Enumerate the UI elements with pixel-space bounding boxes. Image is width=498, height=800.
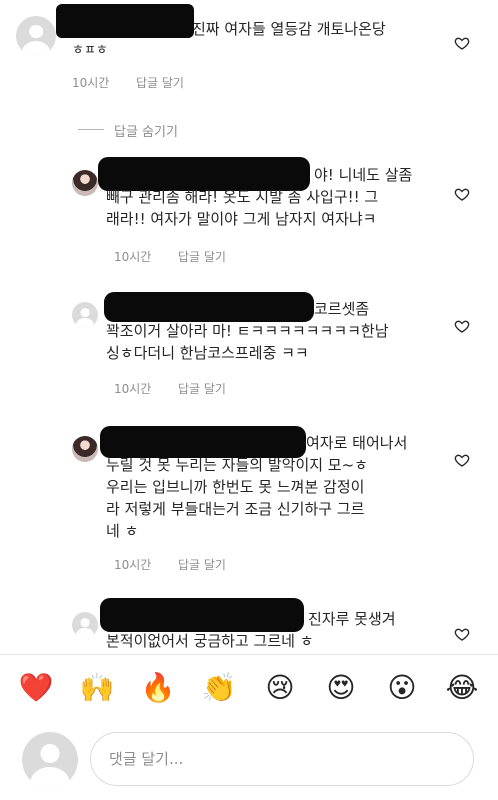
comment-text-line: 본적이없어서 궁금하고 그르네 ㅎ bbox=[106, 632, 314, 650]
crying-face-emoji[interactable]: 😢 bbox=[260, 668, 300, 708]
comment-time: 10시간 bbox=[114, 250, 152, 264]
redacted-username bbox=[104, 292, 314, 322]
reply-button[interactable]: 답글 달기 bbox=[178, 556, 226, 573]
comment-time: 10시간 bbox=[72, 76, 110, 90]
comment-time: 10시간 bbox=[114, 382, 152, 396]
comment-time: 10시간 bbox=[114, 558, 152, 572]
heart-icon[interactable] bbox=[454, 186, 470, 202]
hide-replies-button[interactable]: 답글 숨기기 bbox=[114, 121, 178, 140]
comment-text-line: 싱ㅎ다더니 한남코스프레중 ㅋㅋ bbox=[106, 344, 309, 362]
reply-button[interactable]: 답글 달기 bbox=[178, 380, 226, 397]
redacted-username bbox=[56, 4, 194, 38]
comment-text-line: 빼구 관리좀 해라! 옷도 시발 좀 사입구!! 그 bbox=[106, 188, 379, 206]
comment-text-line: 래라!! 여자가 말이야 그게 남자지 여자냐ㅋ bbox=[106, 210, 377, 228]
reply-button[interactable]: 답글 달기 bbox=[178, 248, 226, 265]
comment-text-line: 여자로 태어나서 bbox=[306, 434, 408, 452]
comment-text-line: 꽉조이거 살아라 마! ㅌㅋㅋㅋㅋㅋㅋㅋㅋ한남 bbox=[106, 322, 389, 340]
comment-text-line: 진자루 못생겨 bbox=[308, 610, 396, 628]
heart-icon[interactable] bbox=[454, 452, 470, 468]
comment-text-line: 진짜 여자들 열등감 개토나온당 bbox=[192, 20, 386, 38]
emoji-quick-bar: ❤️ 🙌 🔥 👏 😢 😍 😮 😂 bbox=[0, 668, 498, 712]
hide-replies-line bbox=[78, 129, 104, 130]
current-user-avatar bbox=[22, 732, 78, 788]
comment-text-line: 라 저렇게 부들대는거 조금 신기하구 그르 bbox=[106, 500, 365, 518]
avatar[interactable] bbox=[16, 16, 56, 56]
surprised-face-emoji[interactable]: 😮 bbox=[382, 668, 422, 708]
clapping-hands-emoji[interactable]: 👏 bbox=[199, 668, 239, 708]
comment-text-line: 누릴 것 못 누리는 자들의 발악이지 모~ㅎ bbox=[106, 456, 368, 474]
comment-text-line: 우리는 입브니까 한번도 못 느껴본 감정이 bbox=[106, 478, 365, 496]
reply-button[interactable]: 답글 달기 bbox=[136, 74, 184, 91]
avatar[interactable] bbox=[72, 436, 98, 462]
fire-emoji[interactable]: 🔥 bbox=[138, 668, 178, 708]
raising-hands-emoji[interactable]: 🙌 bbox=[77, 668, 117, 708]
redacted-username bbox=[100, 598, 304, 632]
tears-of-joy-emoji[interactable]: 😂 bbox=[442, 668, 482, 708]
comment-input[interactable]: 댓글 달기... bbox=[90, 732, 474, 786]
red-heart-emoji[interactable]: ❤️ bbox=[16, 668, 56, 708]
avatar[interactable] bbox=[72, 612, 98, 638]
heart-eyes-emoji[interactable]: 😍 bbox=[321, 668, 361, 708]
comment-text-line: 코르셋좀 bbox=[314, 300, 370, 318]
comment-text-line: 네 ㅎ bbox=[106, 522, 139, 540]
avatar[interactable] bbox=[72, 302, 98, 328]
avatar[interactable] bbox=[72, 170, 98, 196]
heart-icon[interactable] bbox=[454, 35, 470, 51]
heart-icon[interactable] bbox=[454, 626, 470, 642]
comment-text-line: ㅎㅍㅎ bbox=[72, 43, 108, 58]
comment-text-line: 야! 니네도 살좀 bbox=[314, 166, 413, 184]
heart-icon[interactable] bbox=[454, 318, 470, 334]
